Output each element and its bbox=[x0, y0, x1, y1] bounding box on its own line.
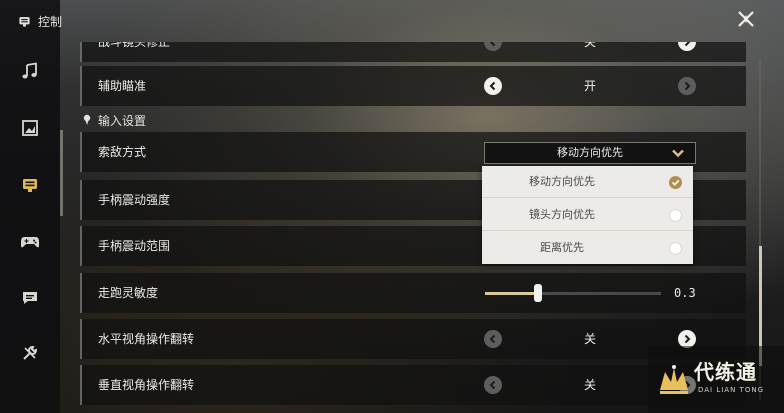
setting-row-run-sensitivity: 走跑灵敏度 0.3 bbox=[80, 273, 746, 313]
gamepad-icon bbox=[21, 237, 39, 248]
option-label: 距离优先 bbox=[540, 241, 584, 254]
toggle-next-button[interactable] bbox=[678, 42, 696, 51]
toggle-prev-button[interactable] bbox=[484, 77, 502, 95]
sidebar-item-gamepad[interactable] bbox=[0, 226, 60, 258]
chevron-left-icon bbox=[489, 81, 496, 91]
toggle-value: 关 bbox=[583, 42, 596, 49]
page-header: 控制 bbox=[18, 10, 62, 32]
page-title: 控制 bbox=[38, 14, 63, 29]
target-mode-dropdown[interactable]: 移动方向优先 bbox=[484, 142, 696, 164]
slider-value: 0.3 bbox=[674, 286, 696, 300]
slider-fill bbox=[485, 292, 538, 295]
toggle-prev-button[interactable] bbox=[484, 330, 502, 348]
sidebar-item-chat[interactable] bbox=[0, 282, 60, 314]
dropdown-selected-value: 移动方向优先 bbox=[557, 146, 623, 159]
setting-row-invert-vertical: 垂直视角操作翻转 关 bbox=[80, 365, 746, 405]
setting-label: 战斗镜头修正 bbox=[98, 42, 171, 49]
setting-label: 手柄震动强度 bbox=[98, 193, 171, 207]
close-button[interactable] bbox=[732, 6, 760, 32]
chevron-right-icon bbox=[684, 81, 691, 91]
battle-camera-toggle[interactable]: 关 bbox=[482, 42, 698, 53]
chevron-right-icon bbox=[684, 334, 691, 344]
chevron-left-icon bbox=[489, 380, 496, 390]
section-header-input: 输入设置 bbox=[80, 110, 146, 130]
picture-icon bbox=[22, 120, 38, 136]
chat-icon bbox=[23, 292, 37, 304]
sidebar bbox=[0, 0, 60, 413]
crown-logo-icon bbox=[660, 365, 688, 394]
music-note-icon bbox=[22, 62, 37, 79]
radio-unchecked-icon bbox=[669, 209, 682, 222]
toggle-value: 开 bbox=[583, 79, 596, 93]
target-mode-dropdown-menu: 移动方向优先 镜头方向优先 距离优先 bbox=[482, 166, 693, 264]
setting-row-battle-camera: 战斗镜头修正 关 bbox=[80, 42, 746, 62]
toggle-prev-button[interactable] bbox=[484, 42, 502, 51]
setting-label: 走跑灵敏度 bbox=[98, 286, 159, 300]
radio-unchecked-icon bbox=[669, 242, 682, 255]
controls-icon bbox=[23, 179, 37, 192]
setting-label: 索敌方式 bbox=[98, 145, 147, 159]
sidebar-item-other[interactable] bbox=[0, 337, 60, 369]
chevron-left-icon bbox=[489, 334, 496, 344]
setting-label: 水平视角操作翻转 bbox=[98, 332, 195, 346]
watermark-subtitle: DAI LIAN TONG bbox=[698, 386, 765, 394]
toggle-prev-button[interactable] bbox=[484, 376, 502, 394]
controls-icon bbox=[19, 16, 30, 27]
toggle-value: 关 bbox=[583, 378, 596, 392]
wrench-icon bbox=[23, 346, 37, 360]
chevron-right-icon bbox=[684, 42, 691, 47]
radio-checked-icon bbox=[669, 176, 682, 189]
dropdown-option-move-direction[interactable]: 移动方向优先 bbox=[482, 166, 693, 198]
chevron-left-icon bbox=[489, 42, 496, 47]
toggle-next-button[interactable] bbox=[678, 77, 696, 95]
watermark-title: 代练通 bbox=[694, 360, 757, 384]
section-title: 输入设置 bbox=[98, 113, 147, 128]
sidebar-item-controls[interactable] bbox=[0, 169, 60, 201]
setting-label: 手柄震动范围 bbox=[98, 239, 171, 253]
watermark-logo: 代练通 DAI LIAN TONG bbox=[648, 346, 784, 413]
run-sensitivity-slider-thumb[interactable] bbox=[533, 284, 542, 302]
setting-label: 垂直视角操作翻转 bbox=[98, 378, 195, 392]
sidebar-item-graphics[interactable] bbox=[0, 112, 60, 144]
dropdown-option-camera-direction[interactable]: 镜头方向优先 bbox=[482, 199, 693, 231]
pin-icon bbox=[83, 114, 91, 125]
setting-row-aim-assist: 辅助瞄准 开 bbox=[80, 66, 746, 106]
sidebar-active-indicator bbox=[60, 130, 63, 216]
option-label: 移动方向优先 bbox=[529, 175, 595, 188]
dropdown-option-distance[interactable]: 距离优先 bbox=[482, 232, 693, 264]
sidebar-item-sound[interactable] bbox=[0, 55, 60, 87]
option-label: 镜头方向优先 bbox=[529, 208, 595, 221]
toggle-value: 关 bbox=[583, 332, 596, 346]
setting-label: 辅助瞄准 bbox=[98, 79, 147, 93]
close-icon bbox=[738, 11, 754, 27]
setting-row-invert-horizontal: 水平视角操作翻转 关 bbox=[80, 319, 746, 359]
chevron-down-icon bbox=[672, 149, 684, 158]
aim-assist-toggle[interactable]: 开 bbox=[482, 75, 698, 97]
run-sensitivity-slider-track[interactable] bbox=[485, 292, 661, 295]
